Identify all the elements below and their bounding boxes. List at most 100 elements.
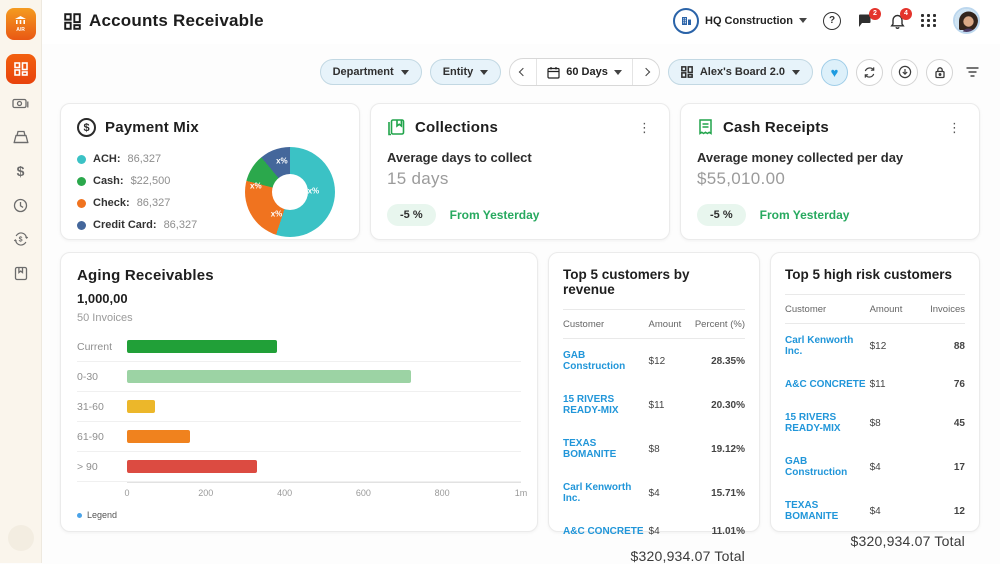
sidebar-item-payments[interactable] — [6, 88, 36, 118]
refresh-button[interactable] — [856, 59, 883, 86]
invoices-cell: 17 — [911, 462, 965, 473]
customer-link[interactable]: TEXAS BOMANITE — [785, 500, 870, 522]
entity-filter[interactable]: Entity — [430, 59, 502, 85]
aging-legend-label: Legend — [87, 510, 117, 520]
customer-link[interactable]: Carl Kenworth Inc. — [563, 482, 649, 504]
col-header-percent: Percent (%) — [690, 319, 745, 330]
percent-cell: 20.30% — [690, 400, 745, 411]
cash-register-icon — [13, 130, 29, 145]
invoices-cell: 45 — [911, 418, 965, 429]
customer-link[interactable]: GAB Construction — [563, 350, 649, 372]
sidebar-item-account-settings[interactable] — [8, 525, 34, 551]
table-row: 15 RIVERS READY-MIX $11 20.30% — [563, 383, 745, 427]
table-row: TEXAS BOMANITE $8 19.12% — [563, 427, 745, 471]
chevron-down-icon — [480, 70, 488, 75]
invoices-cell: 12 — [911, 506, 965, 517]
messages-badge: 2 — [869, 8, 881, 20]
cash-receipts-metric-value: $55,010.00 — [697, 169, 963, 189]
lock-button[interactable] — [926, 59, 953, 86]
svg-text:$: $ — [18, 237, 22, 244]
bar-category-label: 0-30 — [77, 371, 127, 383]
department-filter[interactable]: Department — [320, 59, 422, 85]
sidebar-item-dollar[interactable]: $ — [6, 156, 36, 186]
payment-mix-legend: ACH: 86,327 Cash: $22,500 Check: 86,327 … — [77, 153, 197, 237]
bar-track — [127, 460, 521, 473]
bar-track — [127, 340, 521, 353]
bar-0-30[interactable] — [127, 370, 411, 383]
col-header-customer: Customer — [785, 304, 870, 315]
bar-category-label: Current — [77, 341, 127, 353]
org-switcher[interactable]: HQ Construction — [673, 8, 807, 34]
cash-receipts-delta-caption: From Yesterday — [760, 208, 850, 222]
date-range-dropdown[interactable]: 60 Days — [536, 59, 633, 85]
chevron-down-icon — [799, 18, 807, 23]
customer-link[interactable]: Carl Kenworth Inc. — [785, 335, 870, 357]
messages-button[interactable]: 2 — [857, 13, 874, 29]
sidebar-item-recurring[interactable]: $ — [6, 224, 36, 254]
table-row: Carl Kenworth Inc. $12 88 — [785, 324, 965, 368]
help-button[interactable]: ? — [823, 12, 841, 30]
notifications-button[interactable]: 4 — [890, 13, 905, 29]
segment-label: x% — [250, 181, 262, 190]
customer-link[interactable]: 15 RIVERS READY-MIX — [563, 394, 649, 416]
cash-receipts-menu-button[interactable]: ⋮ — [946, 121, 963, 134]
legend-item: Check: 86,327 — [77, 197, 197, 209]
customer-link[interactable]: GAB Construction — [785, 456, 870, 478]
apps-button[interactable] — [921, 14, 937, 27]
aging-receivables-card: Aging Receivables 1,000,00 50 Invoices C… — [60, 252, 538, 532]
customer-link[interactable]: A&C CONCRETE — [563, 526, 649, 537]
bar-over-90[interactable] — [127, 460, 257, 473]
sidebar-item-dashboard[interactable] — [6, 54, 36, 84]
aging-bar-chart[interactable]: Current 0-30 31-60 61-90 > 90 0200400600… — [77, 332, 521, 500]
sidebar-item-ledger[interactable] — [6, 258, 36, 288]
org-name: HQ Construction — [705, 15, 793, 27]
sidebar-item-history[interactable] — [6, 190, 36, 220]
table-header-row: Customer Amount Invoices — [785, 295, 965, 324]
bar-61-90[interactable] — [127, 430, 190, 443]
app-logo[interactable]: A/R — [6, 8, 36, 40]
date-prev-button[interactable] — [510, 59, 536, 85]
payment-mix-donut-chart[interactable]: x% x% x% x% — [245, 147, 335, 237]
bar-current[interactable] — [127, 340, 277, 353]
legend-dot — [77, 199, 86, 208]
bar-row: 31-60 — [77, 392, 521, 422]
invoices-cell: 88 — [911, 341, 965, 352]
table-row: GAB Construction $12 28.35% — [563, 339, 745, 383]
collections-menu-button[interactable]: ⋮ — [636, 121, 653, 134]
invoices-cell: 76 — [911, 379, 965, 390]
user-avatar[interactable] — [953, 7, 980, 34]
amount-cell: $8 — [870, 418, 911, 429]
bar-row: Current — [77, 332, 521, 362]
date-next-button[interactable] — [633, 59, 659, 85]
board-selector[interactable]: Alex's Board 2.0 — [668, 59, 813, 85]
chevron-right-icon — [642, 68, 650, 76]
bank-icon — [14, 15, 27, 26]
collections-delta-badge: -5 % — [387, 204, 436, 226]
x-axis-tick-label: 200 — [198, 488, 213, 498]
help-icon: ? — [823, 12, 841, 30]
ledger-icon — [14, 266, 28, 281]
sidebar-item-register[interactable] — [6, 122, 36, 152]
col-header-amount: Amount — [649, 319, 691, 330]
legend-value: 86,327 — [128, 153, 162, 165]
apps-grid-icon — [921, 14, 937, 27]
bar-31-60[interactable] — [127, 400, 155, 413]
customer-link[interactable]: 15 RIVERS READY-MIX — [785, 412, 870, 434]
banknote-icon — [12, 97, 29, 110]
aging-legend-toggle[interactable]: Legend — [77, 510, 521, 520]
x-axis-tick-label: 1m — [515, 488, 528, 498]
table-row: A&C CONCRETE $4 11.01% — [563, 515, 745, 548]
filter-button[interactable] — [965, 66, 980, 78]
filter-icon — [965, 66, 980, 78]
export-button[interactable] — [891, 59, 918, 86]
legend-dot — [77, 221, 86, 230]
avatar-image — [955, 9, 980, 34]
legend-item: Cash: $22,500 — [77, 175, 197, 187]
customer-link[interactable]: TEXAS BOMANITE — [563, 438, 649, 460]
chevron-down-icon — [792, 70, 800, 75]
customer-link[interactable]: A&C CONCRETE — [785, 379, 870, 390]
amount-cell: $4 — [649, 526, 691, 537]
collections-metric-value: 15 days — [387, 169, 653, 189]
favorite-button[interactable]: ♥ — [821, 59, 848, 86]
clock-icon — [13, 198, 28, 213]
